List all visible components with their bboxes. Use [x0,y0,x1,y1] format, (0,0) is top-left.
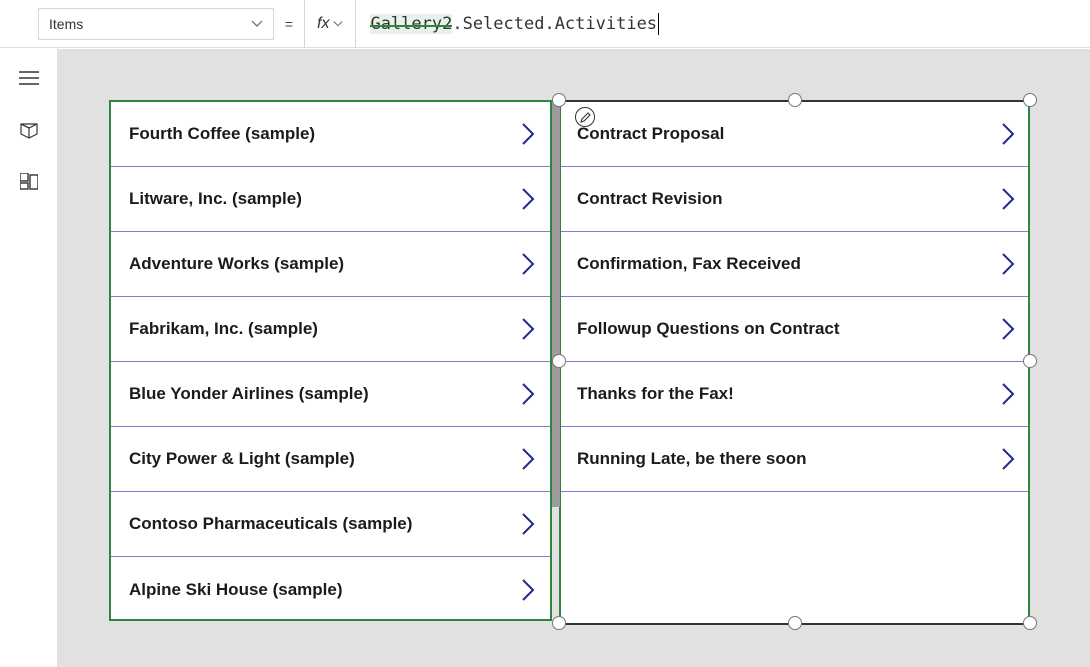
chevron-right-icon[interactable] [520,381,536,407]
fx-button[interactable]: fx [304,0,356,48]
chevron-down-icon [251,18,263,30]
list-item[interactable]: Alpine Ski House (sample) [111,557,550,622]
resize-handle[interactable] [552,93,566,107]
chevron-right-icon[interactable] [1000,186,1016,212]
chevron-right-icon[interactable] [520,186,536,212]
resize-handle[interactable] [1023,354,1037,368]
resize-handle[interactable] [552,616,566,630]
canvas[interactable]: Fourth Coffee (sample) Litware, Inc. (sa… [58,48,1090,667]
chevron-right-icon[interactable] [1000,121,1016,147]
chevron-down-icon [333,19,343,29]
gallery-empty-area [559,492,1030,623]
chevron-right-icon[interactable] [1000,446,1016,472]
resize-handle[interactable] [1023,93,1037,107]
chevron-right-icon[interactable] [520,446,536,472]
list-item-label: Thanks for the Fax! [577,384,734,404]
resize-handle[interactable] [788,93,802,107]
chevron-right-icon[interactable] [520,316,536,342]
formula-tail: .Selected.Activities [452,14,657,34]
chevron-right-icon[interactable] [1000,381,1016,407]
resize-handle[interactable] [552,354,566,368]
stage-edge [58,48,1090,49]
hamburger-icon[interactable] [19,70,39,86]
accounts-gallery[interactable]: Fourth Coffee (sample) Litware, Inc. (sa… [109,100,552,621]
list-item-label: Contract Proposal [577,124,724,144]
property-dropdown[interactable]: Items [38,8,274,40]
list-item[interactable]: Contract Revision [559,167,1030,232]
list-item-label: Fourth Coffee (sample) [129,124,315,144]
list-item-label: Fabrikam, Inc. (sample) [129,319,318,339]
activities-gallery[interactable]: Contract Proposal Contract Revision Conf… [559,100,1030,625]
chevron-right-icon[interactable] [520,577,536,603]
list-item[interactable]: Adventure Works (sample) [111,232,550,297]
formula-bar: Items = fx Gallery2.Selected.Activities [0,0,1090,48]
resize-handle[interactable] [1023,616,1037,630]
list-item[interactable]: Running Late, be there soon [559,427,1030,492]
chevron-right-icon[interactable] [1000,251,1016,277]
list-item[interactable]: Blue Yonder Airlines (sample) [111,362,550,427]
list-item[interactable]: Fourth Coffee (sample) [111,102,550,167]
list-item-label: Running Late, be there soon [577,449,807,469]
nav-rail [0,48,58,667]
list-item-label: Adventure Works (sample) [129,254,344,274]
fx-label: fx [317,15,329,33]
list-item[interactable]: Contract Proposal [559,102,1030,167]
chevron-right-icon[interactable] [520,121,536,147]
list-item[interactable]: Thanks for the Fax! [559,362,1030,427]
scrollbar-thumb[interactable] [552,100,560,507]
list-item-label: City Power & Light (sample) [129,449,355,469]
edit-pencil-icon[interactable] [575,107,595,127]
list-item[interactable]: Contoso Pharmaceuticals (sample) [111,492,550,557]
resize-handle[interactable] [788,616,802,630]
list-item[interactable]: Fabrikam, Inc. (sample) [111,297,550,362]
list-item-label: Contoso Pharmaceuticals (sample) [129,514,412,534]
formula-input[interactable]: Gallery2.Selected.Activities [356,0,1090,48]
list-item[interactable]: Confirmation, Fax Received [559,232,1030,297]
property-label: Items [49,16,83,32]
list-item[interactable]: Litware, Inc. (sample) [111,167,550,232]
list-item[interactable]: City Power & Light (sample) [111,427,550,492]
list-item-label: Confirmation, Fax Received [577,254,801,274]
list-item-label: Litware, Inc. (sample) [129,189,302,209]
list-item-label: Blue Yonder Airlines (sample) [129,384,369,404]
list-item-label: Alpine Ski House (sample) [129,580,343,600]
caret-icon [658,13,659,35]
chevron-right-icon[interactable] [1000,316,1016,342]
equals-sign: = [274,16,304,32]
chevron-right-icon[interactable] [520,251,536,277]
insert-icon[interactable] [19,174,39,190]
formula-reference: Gallery2 [370,14,452,34]
list-item-label: Followup Questions on Contract [577,319,840,339]
list-item-label: Contract Revision [577,189,722,209]
chevron-right-icon[interactable] [520,511,536,537]
tree-view-icon[interactable] [19,122,39,138]
list-item[interactable]: Followup Questions on Contract [559,297,1030,362]
